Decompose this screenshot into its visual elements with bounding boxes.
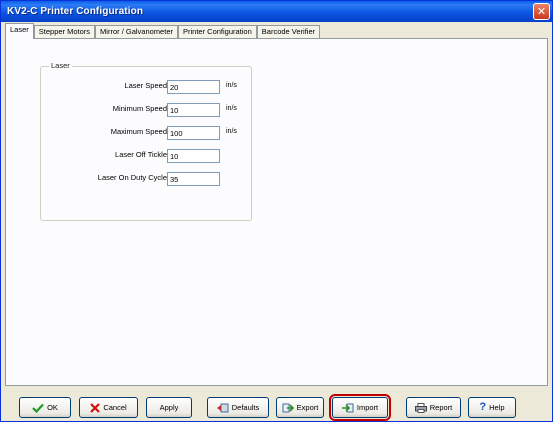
laser-groupbox-label: Laser xyxy=(49,61,72,70)
laser-tab-panel: Laser Laser Speed in/s Minimum Speed in/… xyxy=(5,38,548,386)
import-button[interactable]: Import xyxy=(329,394,391,421)
close-icon: ✕ xyxy=(536,5,547,18)
laser-speed-unit: in/s xyxy=(226,82,237,89)
button-bar: OK Cancel Apply Defaults Export Import R… xyxy=(1,390,552,422)
laser-groupbox: Laser Laser Speed in/s Minimum Speed in/… xyxy=(40,61,253,221)
report-button[interactable]: Report xyxy=(406,397,461,418)
tab-printer-configuration[interactable]: Printer Configuration xyxy=(177,25,257,39)
x-cancel-icon xyxy=(90,402,101,413)
maximum-speed-input[interactable] xyxy=(167,126,220,140)
laser-speed-input[interactable] xyxy=(167,80,220,94)
help-label: Help xyxy=(489,403,505,412)
minimum-speed-input[interactable] xyxy=(167,103,220,117)
cancel-button[interactable]: Cancel xyxy=(79,397,138,418)
help-button[interactable]: ? Help xyxy=(468,397,516,418)
export-label: Export xyxy=(296,403,319,412)
maximum-speed-unit: in/s xyxy=(226,128,237,135)
laser-on-duty-cycle-input[interactable] xyxy=(167,172,220,186)
tab-mirror-galvanometer[interactable]: Mirror / Galvanometer xyxy=(95,25,178,39)
maximum-speed-row: Maximum Speed in/s xyxy=(41,126,253,140)
laser-off-tickle-row: Laser Off Tickle xyxy=(41,149,253,163)
export-button[interactable]: Export xyxy=(276,397,324,418)
laser-on-duty-cycle-label: Laser On Duty Cycle xyxy=(97,173,167,182)
import-icon xyxy=(341,403,354,413)
minimum-speed-label: Minimum Speed xyxy=(112,104,167,113)
ok-label: OK xyxy=(47,403,58,412)
tab-barcode-verifier[interactable]: Barcode Verifier xyxy=(256,25,321,39)
tab-strip: Laser Stepper Motors Mirror / Galvanomet… xyxy=(5,23,321,39)
report-label: Report xyxy=(429,403,453,412)
ok-button[interactable]: OK xyxy=(19,397,71,418)
defaults-icon xyxy=(216,403,229,413)
tab-laser[interactable]: Laser xyxy=(5,23,34,39)
question-mark-icon: ? xyxy=(479,401,487,413)
laser-speed-row: Laser Speed in/s xyxy=(41,80,253,94)
title-bar[interactable]: KV2-C Printer Configuration ✕ xyxy=(1,1,552,22)
minimum-speed-unit: in/s xyxy=(226,105,237,112)
apply-label: Apply xyxy=(159,403,179,412)
maximum-speed-label: Maximum Speed xyxy=(110,127,167,136)
close-button[interactable]: ✕ xyxy=(533,3,550,20)
apply-button[interactable]: Apply xyxy=(146,397,192,418)
printer-config-window: KV2-C Printer Configuration ✕ Laser Step… xyxy=(0,0,553,422)
printer-icon xyxy=(414,402,427,413)
tab-stepper-motors[interactable]: Stepper Motors xyxy=(33,25,96,39)
laser-on-duty-cycle-row: Laser On Duty Cycle xyxy=(41,172,253,186)
import-label: Import xyxy=(356,403,379,412)
laser-off-tickle-label: Laser Off Tickle xyxy=(115,150,167,159)
defaults-label: Defaults xyxy=(231,403,260,412)
defaults-button[interactable]: Defaults xyxy=(207,397,269,418)
laser-off-tickle-input[interactable] xyxy=(167,149,220,163)
export-icon xyxy=(282,403,294,413)
minimum-speed-row: Minimum Speed in/s xyxy=(41,103,253,117)
laser-speed-label: Laser Speed xyxy=(124,81,167,90)
window-title: KV2-C Printer Configuration xyxy=(7,6,144,17)
checkmark-icon xyxy=(32,403,44,413)
cancel-label: Cancel xyxy=(103,403,127,412)
